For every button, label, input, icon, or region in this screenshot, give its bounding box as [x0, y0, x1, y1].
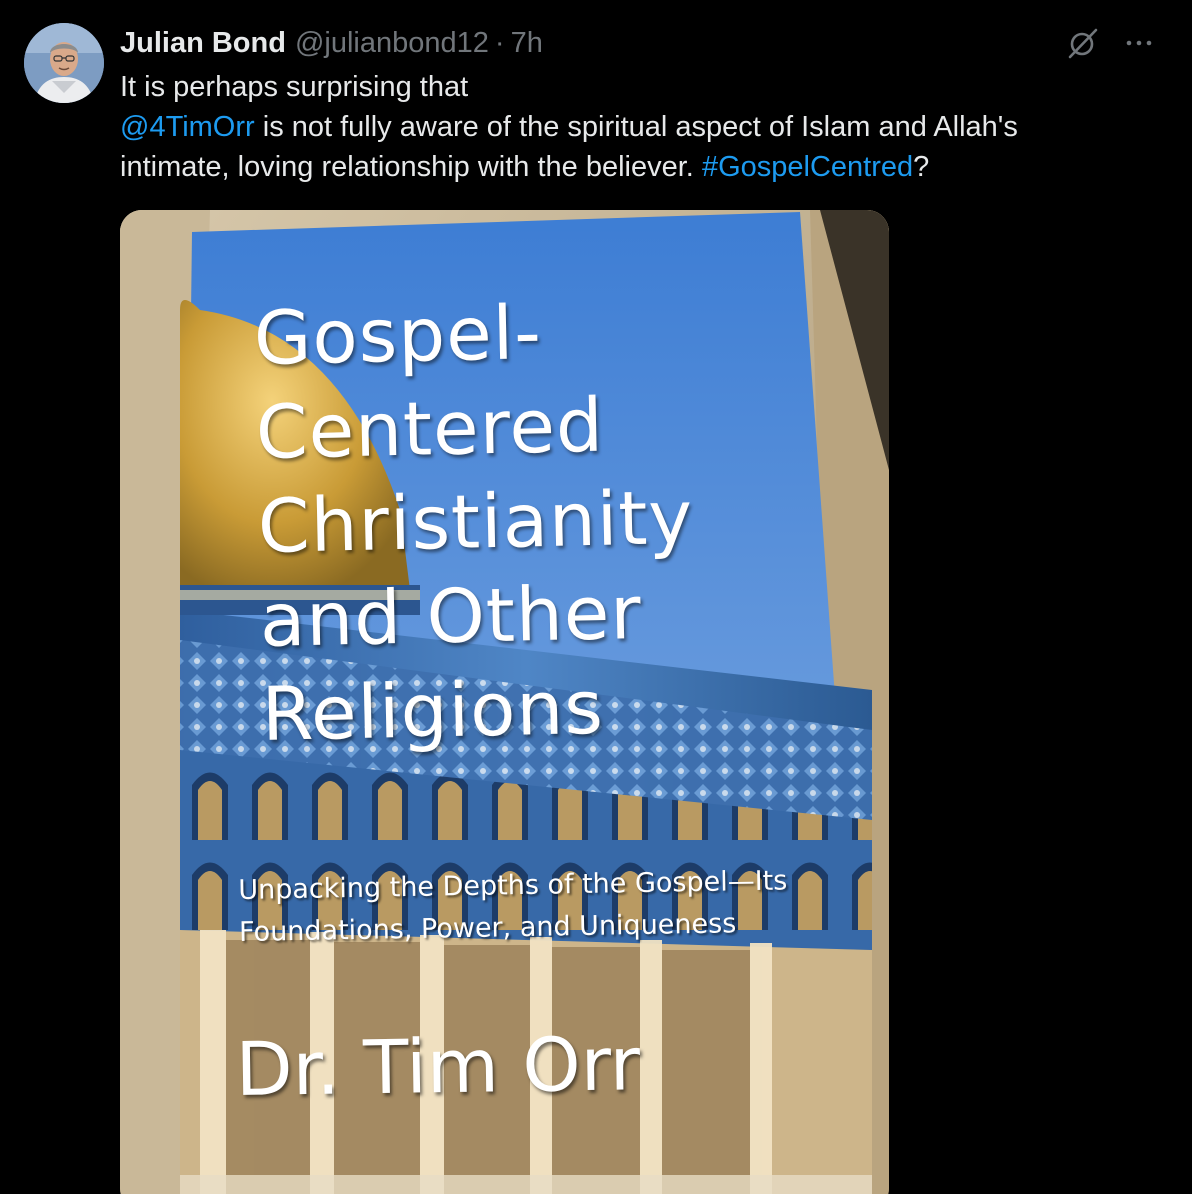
author-handle[interactable]: @julianbond12: [295, 27, 489, 60]
tweet-text-line-1: It is perhaps surprising that: [120, 71, 469, 103]
tweet-header: Julian Bond @julianbond12 · 7h: [120, 24, 543, 62]
mention-link[interactable]: @4TimOrr: [120, 111, 255, 143]
tweet-text: It is perhaps surprising that @4TimOrr i…: [120, 67, 1120, 187]
tweet-text-line-3-start: intimate, loving relationship with the b…: [120, 151, 702, 183]
tweet-text-line-2-rest: is not fully aware of the spiritual aspe…: [254, 111, 1018, 143]
author-display-name[interactable]: Julian Bond: [120, 27, 286, 60]
avatar[interactable]: [24, 23, 104, 103]
separator-dot: ·: [494, 26, 505, 59]
tweet-timestamp[interactable]: 7h: [511, 27, 543, 60]
more-icon[interactable]: [1122, 26, 1156, 60]
grok-icon[interactable]: [1066, 26, 1100, 60]
book-photo: [120, 210, 889, 1194]
tweet-text-line-3-end: ?: [913, 151, 930, 183]
hashtag-link[interactable]: #GospelCentred: [702, 151, 913, 183]
tweet[interactable]: Julian Bond @julianbond12 · 7h It is per…: [0, 0, 1192, 1194]
profile-photo-icon: [24, 23, 104, 103]
tweet-text-line-3: intimate, loving relationship with the b…: [120, 147, 1120, 187]
tweet-media-photo[interactable]: Gospel- Centered Christianity and Other …: [120, 210, 889, 1194]
tweet-text-line-2: @4TimOrr is not fully aware of the spiri…: [120, 107, 1120, 147]
